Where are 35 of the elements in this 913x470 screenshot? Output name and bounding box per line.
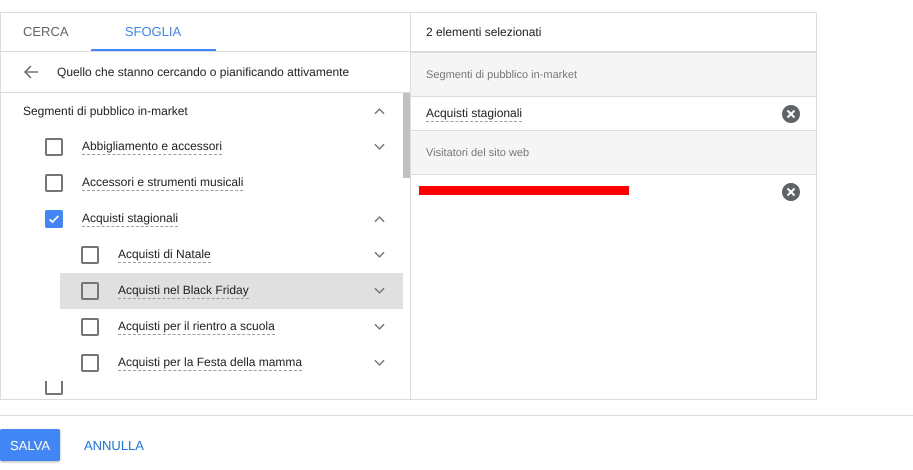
cancel-button[interactable]: ANNULLA: [74, 429, 154, 461]
chevron-up-icon[interactable]: [374, 107, 385, 115]
selected-item-label: Acquisti stagionali: [426, 106, 522, 122]
checkbox[interactable]: [81, 318, 99, 336]
highlighted-row[interactable]: Acquisti nel Black Friday: [60, 273, 403, 309]
breadcrumb-title: Quello che stanno cercando o pianificando attivamente: [57, 65, 350, 79]
category-label[interactable]: Accessori e strumenti musicali: [82, 175, 244, 191]
tab[interactable]: CERCA: [1, 13, 91, 51]
category-label[interactable]: Abbigliamento e accessori: [82, 139, 222, 155]
checkbox[interactable]: [81, 354, 99, 372]
category-label[interactable]: Acquisti per il rientro a scuola: [118, 319, 275, 335]
chevron-down-icon[interactable]: [374, 143, 385, 151]
chevron-up-icon[interactable]: [374, 215, 385, 223]
remove-icon[interactable]: [782, 104, 800, 122]
checkbox[interactable]: [81, 246, 99, 264]
category-heading: Segmenti di pubblico in-market: [23, 104, 189, 118]
tab[interactable]: SFOGLIA: [90, 13, 216, 51]
group-heading: Visitatori del sito web: [411, 131, 816, 175]
chevron-down-icon[interactable]: [374, 287, 385, 295]
checkbox[interactable]: [45, 381, 63, 395]
chevron-down-icon[interactable]: [374, 323, 385, 331]
back-arrow-icon[interactable]: [23, 64, 39, 80]
checkbox[interactable]: [45, 138, 63, 156]
checkbox[interactable]: [81, 282, 99, 300]
category-label[interactable]: Acquisti di Natale: [118, 247, 211, 263]
chevron-down-icon[interactable]: [374, 359, 385, 367]
checkbox[interactable]: [45, 210, 63, 228]
category-label[interactable]: Acquisti per la Festa della mamma: [118, 355, 302, 371]
chevron-down-icon[interactable]: [374, 251, 385, 259]
category-label[interactable]: Acquisti nel Black Friday: [118, 283, 249, 299]
category-label[interactable]: Acquisti stagionali: [82, 211, 178, 227]
group-heading: Segmenti di pubblico in-market: [411, 53, 816, 97]
save-button[interactable]: SALVA: [0, 429, 60, 461]
checkbox[interactable]: [45, 174, 63, 192]
remove-icon[interactable]: [782, 183, 800, 201]
